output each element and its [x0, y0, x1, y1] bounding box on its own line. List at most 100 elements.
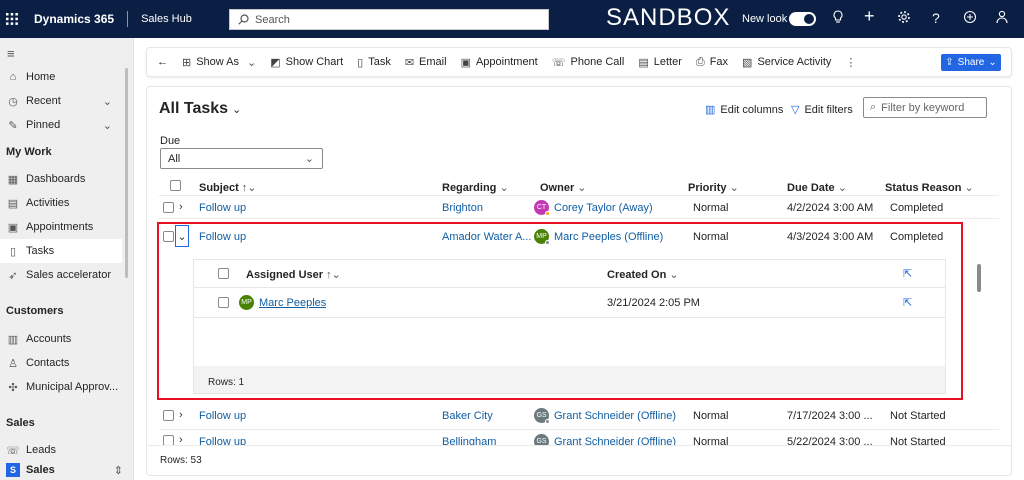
chevron-down-icon: ⌄	[988, 57, 997, 68]
column-header-due-date[interactable]: Due Date ⌄	[787, 181, 847, 194]
open-in-new-icon[interactable]: ⇱	[903, 267, 912, 280]
column-header-subject[interactable]: Subject ↑⌄	[199, 181, 257, 194]
copilot-icon[interactable]	[963, 10, 977, 27]
gear-icon[interactable]	[897, 10, 911, 27]
app-launcher-icon[interactable]	[0, 13, 24, 25]
sidebar-item-municipal[interactable]: ✣ Municipal Approv...	[0, 375, 122, 399]
help-icon[interactable]: ?	[932, 10, 940, 26]
sidebar-item-appointments[interactable]: ▣ Appointments	[0, 215, 122, 239]
owner-link[interactable]: Grant Schneider (Offline)	[554, 436, 676, 445]
divider	[159, 429, 999, 430]
row-checkbox[interactable]	[218, 297, 229, 308]
hamburger-icon[interactable]: ≡	[7, 46, 15, 61]
button-label: Edit columns	[720, 103, 784, 116]
back-button[interactable]: ←	[147, 56, 175, 68]
subject-link[interactable]: Follow up	[199, 436, 246, 445]
filter-placeholder: Filter by keyword	[881, 101, 965, 114]
edit-filters-button[interactable]: ▽ Edit filters	[791, 103, 853, 117]
chevron-down-icon[interactable]: ⌄	[103, 95, 112, 108]
edit-columns-button[interactable]: ▥ Edit columns	[705, 103, 784, 117]
column-header-priority[interactable]: Priority ⌄	[688, 181, 739, 194]
presence-away-icon	[545, 211, 550, 216]
sidebar: ≡ ⌂ Home ◷ Recent ⌄ ✎ Pinned ⌄ My Work ▦ Dashb…	[0, 38, 134, 480]
home-icon: ⌂	[9, 71, 17, 83]
owner-link[interactable]: Grant Schneider (Offline)	[554, 410, 676, 422]
sidebar-item-pinned[interactable]: ✎ Pinned ⌄	[0, 113, 122, 137]
more-commands-icon[interactable]: ⋮	[838, 56, 863, 69]
grid-row-count: Rows: 53	[160, 455, 202, 466]
owner-link[interactable]: Corey Taylor (Away)	[554, 202, 653, 214]
chevron-down-icon[interactable]: ⌄	[103, 119, 112, 132]
open-in-new-icon[interactable]: ⇱	[903, 296, 912, 309]
global-search-input[interactable]: Search	[229, 9, 549, 30]
new-letter-button[interactable]: ▤ Letter	[631, 56, 689, 69]
new-fax-button[interactable]: ⎙ Fax	[689, 56, 735, 69]
assigned-user-link[interactable]: Marc Peeples	[259, 297, 326, 309]
priority-value: Normal	[693, 202, 729, 214]
new-look-toggle[interactable]	[789, 12, 816, 26]
chevron-right-icon[interactable]: ›	[179, 201, 183, 213]
new-task-button[interactable]: ▯ Task	[350, 56, 398, 69]
sidebar-item-home[interactable]: ⌂ Home	[0, 65, 122, 89]
sidebar-item-contacts[interactable]: ♙ Contacts	[0, 351, 122, 375]
share-button[interactable]: ⇪ Share ⌄	[941, 54, 1001, 71]
regarding-link[interactable]: Baker City	[442, 410, 493, 422]
sidebar-item-sales-accelerator[interactable]: ➶ Sales accelerator	[0, 263, 122, 287]
person-feedback-icon[interactable]	[996, 10, 1010, 27]
avatar-initials: MP	[536, 233, 547, 240]
area-name[interactable]: Sales Hub	[141, 13, 192, 25]
view-selector[interactable]: All Tasks ⌄	[159, 100, 241, 118]
sidebar-item-recent[interactable]: ◷ Recent ⌄	[0, 89, 122, 113]
show-chart-button[interactable]: ◩ Show Chart	[263, 56, 350, 69]
owner-link[interactable]: Marc Peeples (Offline)	[554, 231, 663, 243]
sidebar-item-leads[interactable]: ☏ Leads	[0, 438, 122, 462]
plus-icon[interactable]: +	[864, 6, 875, 27]
filter-keyword-input[interactable]: ⌕ Filter by keyword	[863, 97, 987, 118]
due-filter-select[interactable]: All ⌄	[160, 148, 323, 169]
regarding-link[interactable]: Bellingham	[442, 436, 496, 445]
chevron-right-icon[interactable]: ›	[179, 434, 183, 445]
table-row[interactable]: › Follow up Baker City GS Grant Schneide…	[147, 402, 1011, 430]
table-row-expanded[interactable]: ⌄ Follow up Amador Water A... MP Marc Pe…	[147, 223, 1011, 251]
column-header-regarding[interactable]: Regarding ⌄	[442, 181, 509, 194]
select-all-checkbox[interactable]	[170, 180, 181, 191]
regarding-link[interactable]: Brighton	[442, 202, 483, 214]
chevron-down-icon[interactable]: ⌄	[175, 225, 189, 247]
new-email-button[interactable]: ✉ Email	[398, 56, 454, 69]
select-all-checkbox[interactable]	[218, 268, 229, 279]
grid-scrollbar[interactable]	[977, 264, 981, 292]
row-checkbox[interactable]	[163, 435, 174, 445]
column-header-assigned-user[interactable]: Assigned User ↑⌄	[246, 268, 341, 281]
new-service-activity-button[interactable]: ▧ Service Activity	[735, 56, 838, 69]
sidebar-item-tasks[interactable]: ▯ Tasks	[0, 239, 122, 263]
subject-link[interactable]: Follow up	[199, 410, 246, 422]
subgrid-row[interactable]: MP Marc Peeples 3/21/2024 2:05 PM ⇱	[194, 288, 945, 318]
top-bar: Dynamics 365 Sales Hub Search SANDBOX Ne…	[0, 0, 1024, 38]
show-as-button[interactable]: ⊞ Show As ⌄	[175, 56, 263, 69]
chevron-right-icon[interactable]: ›	[179, 409, 183, 421]
table-row[interactable]: › Follow up Bellingham GS Grant Schneide…	[147, 433, 1011, 445]
avatar: GS	[534, 408, 550, 424]
row-checkbox[interactable]	[163, 410, 174, 421]
lightbulb-icon[interactable]	[832, 10, 844, 28]
subject-link[interactable]: Follow up	[199, 202, 246, 214]
sidebar-scrollbar[interactable]	[125, 68, 128, 278]
subgrid-header: Assigned User ↑⌄ Created On ⌄ ⇱	[194, 260, 945, 288]
new-phone-call-button[interactable]: ☏ Phone Call	[545, 56, 632, 69]
row-checkbox[interactable]	[163, 231, 174, 242]
chevron-down-icon: ⌄	[729, 182, 739, 194]
app-name[interactable]: Dynamics 365	[34, 12, 114, 26]
sidebar-item-activities[interactable]: ▤ Activities	[0, 191, 122, 215]
avatar-initials: GS	[536, 412, 547, 419]
button-label: Service Activity	[757, 56, 832, 68]
column-header-created-on[interactable]: Created On ⌄	[607, 268, 679, 281]
regarding-link[interactable]: Amador Water A...	[442, 231, 531, 243]
column-header-owner[interactable]: Owner ⌄	[540, 181, 587, 194]
area-switcher[interactable]: S Sales ⇕	[0, 460, 133, 480]
sidebar-item-dashboards[interactable]: ▦ Dashboards	[0, 167, 122, 191]
sidebar-item-accounts[interactable]: ▥ Accounts	[0, 327, 122, 351]
row-checkbox[interactable]	[163, 202, 174, 213]
column-header-status-reason[interactable]: Status Reason ⌄	[885, 181, 974, 194]
new-appointment-button[interactable]: ▣ Appointment	[454, 56, 545, 69]
subject-link[interactable]: Follow up	[199, 231, 246, 243]
